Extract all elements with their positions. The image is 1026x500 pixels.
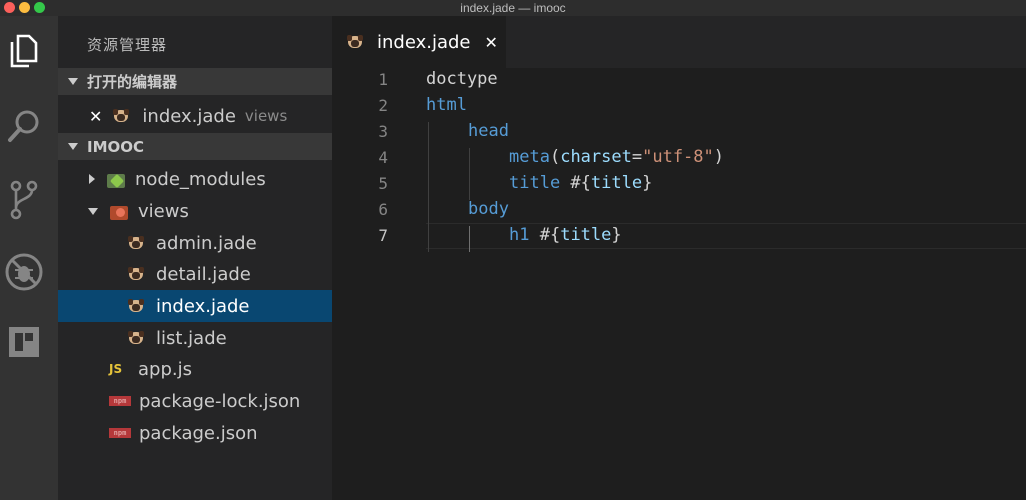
pug-icon <box>347 35 363 49</box>
indent-guide <box>428 122 429 252</box>
pug-icon <box>128 267 144 281</box>
activity-bar <box>0 16 58 500</box>
explorer-sidebar: 资源管理器 打开的编辑器 ✕ index.jade views IMOOC no… <box>58 16 332 500</box>
code-line-2: html <box>426 95 467 115</box>
code-token: = <box>631 147 643 167</box>
pug-icon <box>128 331 144 345</box>
chevron-right-icon <box>89 174 95 184</box>
chevron-down-icon <box>68 78 78 85</box>
code-line-1: doctype <box>426 69 498 89</box>
npm-icon: npm <box>109 396 131 406</box>
pug-icon <box>113 109 130 123</box>
code-line-7: h1 #{title} <box>509 225 622 245</box>
open-editor-folder: views <box>244 107 288 125</box>
code-token: html <box>426 95 467 115</box>
code-token: h1 <box>509 225 530 245</box>
code-token: title <box>509 173 561 193</box>
line-number: 2 <box>378 96 388 115</box>
tree-item-label: package-lock.json <box>139 390 301 412</box>
tree-item-label: index.jade <box>156 295 250 317</box>
line-number: 5 <box>378 174 388 193</box>
code-token: ) <box>713 147 725 167</box>
extensions-icon[interactable] <box>0 318 48 366</box>
node-folder-icon <box>107 169 125 189</box>
code-line-4: meta(charset="utf-8") <box>509 147 724 167</box>
open-editor-name: index.jade <box>142 105 236 127</box>
tree-item-list-jade[interactable]: list.jade <box>58 322 332 354</box>
tree-item-app-js[interactable]: JS app.js <box>58 353 332 385</box>
code-token: doctype <box>426 69 498 89</box>
views-folder-icon <box>110 201 128 221</box>
tree-item-label: package.json <box>139 422 258 444</box>
project-label: IMOOC <box>87 137 145 156</box>
npm-icon: npm <box>109 428 131 438</box>
tab-label: index.jade <box>377 31 471 53</box>
code-token: ( <box>549 147 561 167</box>
code-line-3: head <box>468 121 509 141</box>
tree-item-label: list.jade <box>156 327 227 349</box>
close-icon[interactable]: ✕ <box>89 107 102 126</box>
tree-item-label: detail.jade <box>156 263 251 285</box>
code-token: body <box>468 199 509 219</box>
open-editors-label: 打开的编辑器 <box>87 73 178 91</box>
window-title: index.jade — imooc <box>460 1 566 15</box>
tree-item-views[interactable]: views <box>58 195 332 227</box>
project-header[interactable]: IMOOC <box>58 133 332 160</box>
code-token: #{ <box>560 173 591 193</box>
pug-icon <box>128 299 144 313</box>
title-bar: index.jade — imooc <box>0 0 1026 16</box>
files-icon[interactable] <box>0 27 48 75</box>
tree-item-node-modules[interactable]: node_modules <box>58 163 332 195</box>
tree-item-package-lock-json[interactable]: npm package-lock.json <box>58 385 332 417</box>
close-icon[interactable]: ✕ <box>485 33 498 52</box>
tree-item-index-jade[interactable]: index.jade <box>58 290 332 322</box>
editor-tab-bar: index.jade ✕ <box>332 16 1026 68</box>
line-number: 6 <box>378 200 388 219</box>
indent-guide-active <box>469 226 470 252</box>
pug-icon <box>128 236 144 250</box>
code-token: title <box>590 173 643 193</box>
sidebar-title: 资源管理器 <box>87 36 168 54</box>
tree-item-label: admin.jade <box>156 232 257 254</box>
code-token: title <box>560 225 612 245</box>
open-editor-item[interactable]: ✕ index.jade views <box>58 100 332 132</box>
line-number: 3 <box>378 122 388 141</box>
tree-item-admin-jade[interactable]: admin.jade <box>58 227 332 259</box>
tab-index-jade[interactable]: index.jade ✕ <box>332 16 506 68</box>
tree-item-label: views <box>138 200 189 222</box>
debug-icon[interactable] <box>0 248 48 296</box>
line-number: 4 <box>378 148 388 167</box>
code-editor[interactable]: 1 2 3 4 5 6 7 doctype html head meta(cha… <box>332 68 1026 500</box>
code-token: #{ <box>529 225 561 245</box>
code-line-6: body <box>468 199 509 219</box>
tree-item-package-json[interactable]: npm package.json <box>58 417 332 449</box>
open-editors-header[interactable]: 打开的编辑器 <box>58 68 332 95</box>
code-token: meta <box>509 147 550 167</box>
source-control-icon[interactable] <box>0 176 48 224</box>
indent-guide <box>469 148 470 200</box>
chevron-down-icon <box>88 207 98 215</box>
code-token: charset <box>560 147 632 167</box>
line-number: 1 <box>378 70 388 89</box>
code-token: "utf-8" <box>642 147 714 167</box>
tree-item-detail-jade[interactable]: detail.jade <box>58 258 332 290</box>
chevron-down-icon <box>68 143 78 150</box>
code-token: } <box>642 173 653 193</box>
tree-item-label: node_modules <box>135 168 266 190</box>
code-token: head <box>468 121 509 141</box>
line-number-active: 7 <box>378 226 388 245</box>
code-token: } <box>611 225 622 245</box>
tree-item-label: app.js <box>138 358 192 380</box>
js-icon: JS <box>109 362 123 376</box>
search-icon[interactable] <box>0 102 48 150</box>
code-line-5: title #{title} <box>509 173 652 193</box>
